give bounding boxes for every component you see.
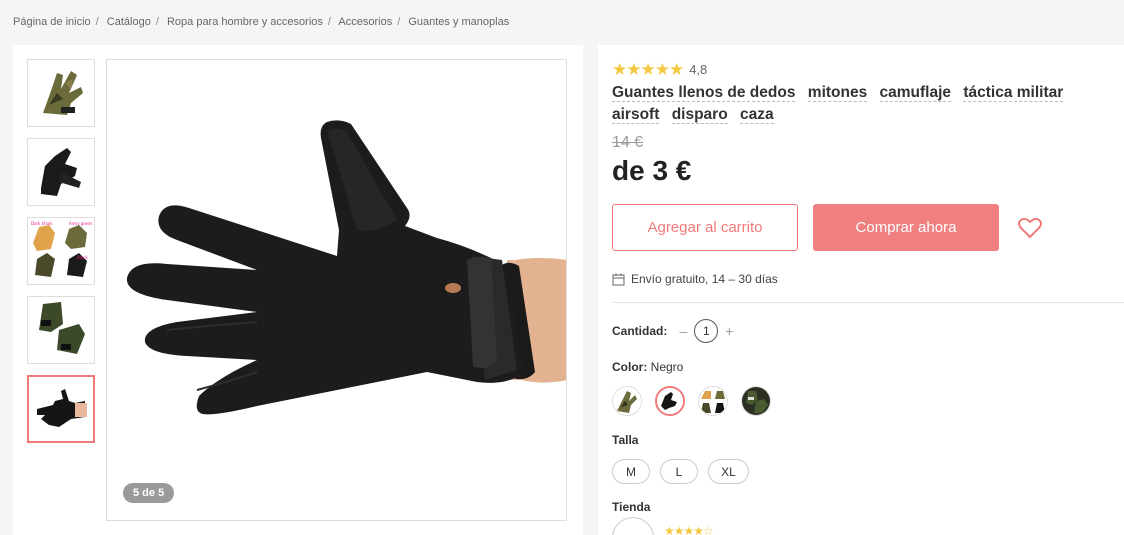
selected-color: Negro (650, 360, 684, 374)
favorite-heart-icon[interactable] (1018, 217, 1042, 244)
quantity-minus-button[interactable]: – (677, 323, 689, 339)
multi-color-swatch-image (699, 387, 727, 415)
store-label: Tienda (612, 500, 651, 514)
title-keyword[interactable]: camuflaje (879, 84, 952, 102)
image-counter: 5 de 5 (123, 483, 175, 503)
thumbnail-3[interactable]: Dark khaki Army green Black (27, 217, 95, 285)
shipping-text: Envío gratuito, 14 – 30 días (631, 272, 778, 286)
green-gloves-thumb-image (39, 302, 85, 354)
color-label: Color: (612, 360, 648, 374)
color-swatches (612, 386, 784, 416)
quantity-plus-button[interactable]: + (723, 323, 735, 339)
product-title: Guantes llenos de dedos mitones camuflaj… (612, 82, 1117, 126)
product-details-panel: ★★★★★ 4,8 Guantes llenos de dedos mitone… (598, 45, 1124, 535)
color-swatch-multi[interactable] (698, 386, 728, 416)
breadcrumb-accessories[interactable]: Accesorios (338, 16, 392, 28)
breadcrumb-home[interactable]: Página de inicio (13, 16, 91, 28)
green-glove-swatch-image (742, 387, 770, 415)
title-keyword[interactable]: Guantes llenos de dedos (612, 84, 796, 102)
multi-color-gloves-thumb-image: Dark khaki Army green Black (31, 221, 93, 277)
store-rating-star-icon: ★★★★☆ (664, 524, 714, 535)
store-avatar[interactable] (612, 517, 654, 535)
breadcrumb-separator: / (155, 16, 159, 28)
thumbnail-list: Dark khaki Army green Black (27, 59, 95, 454)
breadcrumb-separator: / (397, 16, 401, 28)
main-product-image[interactable]: 5 de 5 (106, 59, 567, 521)
color-swatch-black[interactable] (655, 386, 685, 416)
breadcrumb-catalog[interactable]: Catálogo (107, 16, 151, 28)
breadcrumb-separator: / (327, 16, 331, 28)
black-glove-hand-thumb-image (37, 389, 87, 427)
svg-text:Army green: Army green (69, 221, 93, 226)
star-icon: ★★★★★ (612, 60, 684, 79)
svg-text:Dark khaki: Dark khaki (31, 221, 53, 226)
black-tactical-glove-image (126, 120, 566, 415)
product-rating[interactable]: ★★★★★ 4,8 (612, 61, 707, 78)
quantity-value[interactable]: 1 (694, 319, 719, 343)
title-keyword[interactable]: caza (739, 106, 774, 124)
camo-glove-thumb-image (43, 71, 83, 115)
breadcrumb-separator: / (95, 16, 99, 28)
old-price: 14 € (612, 134, 644, 151)
buy-now-button[interactable]: Comprar ahora (813, 204, 999, 251)
size-option-l[interactable]: L (660, 459, 698, 484)
size-options: M L XL (612, 459, 759, 484)
title-keyword[interactable]: táctica militar (963, 84, 1064, 102)
thumbnail-4[interactable] (27, 296, 95, 364)
title-keyword[interactable]: mitones (807, 84, 868, 102)
svg-text:Black: Black (77, 255, 89, 260)
breadcrumb-mens-clothing[interactable]: Ropa para hombre y accesorios (167, 16, 323, 28)
size-option-m[interactable]: M (612, 459, 650, 484)
divider (612, 302, 1124, 303)
size-label: Talla (612, 433, 639, 447)
quantity-stepper: Cantidad: – 1 + (612, 319, 735, 343)
title-keyword[interactable]: disparo (671, 106, 728, 124)
thumbnail-5[interactable] (27, 375, 95, 443)
thumbnail-2[interactable] (27, 138, 95, 206)
breadcrumb: Página de inicio / Catálogo / Ropa para ho… (13, 16, 509, 28)
camo-glove-swatch-image (613, 387, 641, 415)
shipping-info: Envío gratuito, 14 – 30 días (612, 272, 778, 286)
add-to-cart-button[interactable]: Agregar al carrito (612, 204, 798, 251)
current-price: de 3 € (612, 155, 692, 186)
black-glove-thumb-image (41, 148, 81, 196)
calendar-icon (612, 273, 625, 285)
color-swatch-green[interactable] (741, 386, 771, 416)
color-selector-label: Color: Negro (612, 360, 683, 374)
thumbnail-1[interactable] (27, 59, 95, 127)
quantity-label: Cantidad: (612, 324, 668, 338)
breadcrumb-gloves[interactable]: Guantes y manoplas (408, 16, 509, 28)
color-swatch-camo[interactable] (612, 386, 642, 416)
product-gallery: Dark khaki Army green Black 5 de 5 (13, 45, 583, 535)
rating-value: 4,8 (689, 62, 708, 77)
size-option-xl[interactable]: XL (708, 459, 749, 484)
black-glove-swatch-image (657, 388, 683, 414)
title-keyword[interactable]: airsoft (612, 106, 660, 124)
